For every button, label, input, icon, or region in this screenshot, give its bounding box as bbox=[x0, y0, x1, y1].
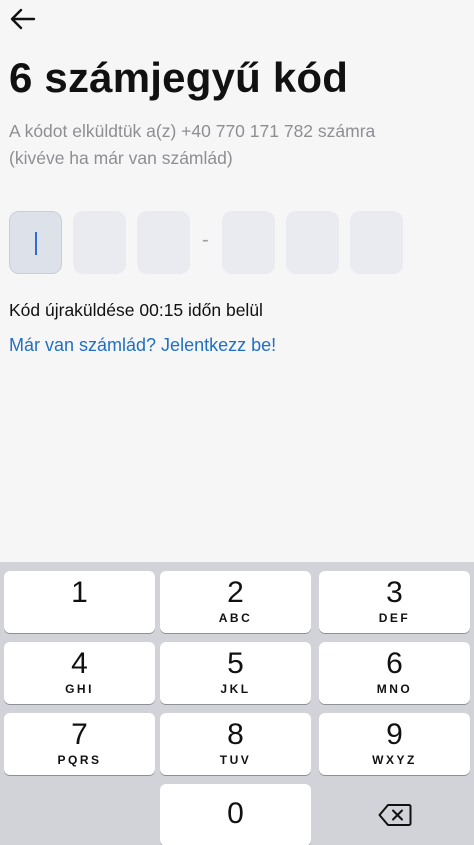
code-digit-2[interactable] bbox=[73, 211, 126, 274]
key-3[interactable]: 3 DEF bbox=[319, 571, 470, 633]
key-digit: 0 bbox=[227, 797, 244, 830]
resend-timer-text: Kód újraküldése 00:15 időn belül bbox=[9, 300, 263, 320]
numeric-keypad: 1 2 ABC 3 DEF 4 GHI 5 JKL 6 MNO 7 PQRS 8 bbox=[0, 562, 474, 845]
code-digit-3[interactable] bbox=[137, 211, 190, 274]
key-digit: 3 bbox=[386, 576, 403, 609]
key-7[interactable]: 7 PQRS bbox=[4, 713, 155, 775]
subtitle: A kódot elküldtük a(z) +40 770 171 782 s… bbox=[9, 118, 449, 172]
key-digit: 6 bbox=[386, 647, 403, 680]
back-button[interactable] bbox=[6, 4, 40, 34]
key-0[interactable]: 0 bbox=[160, 784, 311, 845]
key-digit: 7 bbox=[71, 718, 88, 751]
key-6[interactable]: 6 MNO bbox=[319, 642, 470, 704]
text-caret bbox=[35, 232, 37, 255]
page-title: 6 számjegyű kód bbox=[9, 54, 349, 101]
key-9[interactable]: 9 WXYZ bbox=[319, 713, 470, 775]
code-digit-6[interactable] bbox=[350, 211, 403, 274]
key-letters: WXYZ bbox=[372, 753, 417, 767]
backspace-icon bbox=[378, 804, 411, 826]
code-input-group: - bbox=[9, 211, 469, 274]
key-digit: 1 bbox=[71, 576, 88, 609]
key-digit: 9 bbox=[386, 718, 403, 751]
key-letters: ABC bbox=[218, 611, 253, 625]
arrow-left-icon bbox=[10, 8, 36, 30]
key-letters: GHI bbox=[65, 682, 94, 696]
subtitle-line-1: A kódot elküldtük a(z) +40 770 171 782 s… bbox=[9, 121, 376, 141]
key-digit: 8 bbox=[227, 718, 244, 751]
key-digit: 5 bbox=[227, 647, 244, 680]
key-2[interactable]: 2 ABC bbox=[160, 571, 311, 633]
key-4[interactable]: 4 GHI bbox=[4, 642, 155, 704]
code-digit-1[interactable] bbox=[9, 211, 62, 274]
subtitle-line-2: (kivéve ha már van számlád) bbox=[9, 148, 233, 168]
key-letters: MNO bbox=[376, 682, 413, 696]
key-digit: 4 bbox=[71, 647, 88, 680]
code-digit-5[interactable] bbox=[286, 211, 339, 274]
code-digit-4[interactable] bbox=[222, 211, 275, 274]
key-letters: JKL bbox=[220, 682, 251, 696]
key-letters: DEF bbox=[378, 611, 411, 625]
key-letters: PQRS bbox=[57, 753, 102, 767]
verification-screen: 6 számjegyű kód A kódot elküldtük a(z) +… bbox=[0, 0, 474, 845]
key-8[interactable]: 8 TUV bbox=[160, 713, 311, 775]
code-separator: - bbox=[202, 229, 209, 251]
key-1[interactable]: 1 bbox=[4, 571, 155, 633]
key-digit: 2 bbox=[227, 576, 244, 609]
key-5[interactable]: 5 JKL bbox=[160, 642, 311, 704]
delete-key[interactable] bbox=[319, 784, 470, 845]
key-letters: TUV bbox=[219, 753, 252, 767]
login-link[interactable]: Már van számlád? Jelentkezz be! bbox=[9, 335, 276, 356]
